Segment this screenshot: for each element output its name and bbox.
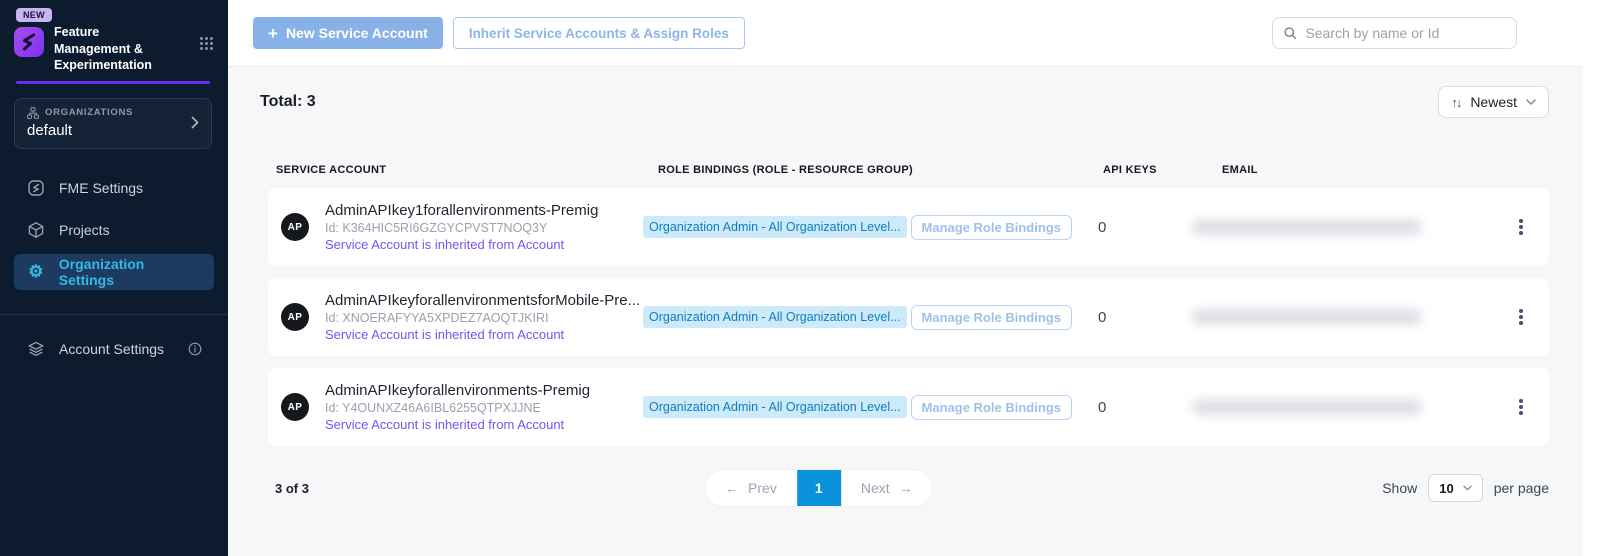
- pagination: ← Prev 1 Next →: [705, 470, 933, 506]
- service-account-list: SERVICE ACCOUNT ROLE BINDINGS (ROLE - RE…: [268, 164, 1549, 506]
- search-input[interactable]: [1305, 25, 1506, 41]
- api-keys-count: 0: [1098, 309, 1190, 326]
- api-keys-count: 0: [1098, 399, 1190, 416]
- sort-label: Newest: [1470, 94, 1517, 110]
- show-label: Show: [1382, 480, 1417, 496]
- inherited-note: Service Account is inherited from Accoun…: [325, 417, 590, 432]
- next-page-button[interactable]: Next →: [841, 470, 933, 506]
- gear-icon: ⚙: [26, 263, 46, 280]
- service-account-id: Id: K364HIC5RI6GZGYCPVST7NOQ3Y: [325, 221, 598, 235]
- chevron-down-icon: [1463, 485, 1472, 491]
- new-badge: NEW: [16, 8, 52, 22]
- search-icon: [1283, 25, 1297, 41]
- service-account-id: Id: Y4OUNXZ46A6IBL6255QTPXJJNE: [325, 401, 590, 415]
- email-redacted: [1192, 219, 1422, 235]
- table-row: AP AdminAPIkey1forallenvironments-Premig…: [268, 188, 1549, 266]
- email-redacted: [1192, 309, 1422, 325]
- manage-role-bindings-button[interactable]: Manage Role Bindings: [911, 215, 1072, 240]
- organizations-label: ORGANIZATIONS: [45, 107, 133, 118]
- page-size-value: 10: [1439, 481, 1453, 496]
- current-page-button[interactable]: 1: [797, 470, 841, 506]
- info-icon[interactable]: [188, 342, 202, 356]
- service-account-name: AdminAPIkeyforallenvironments-Premig: [325, 382, 590, 399]
- inherit-service-accounts-button[interactable]: Inherit Service Accounts & Assign Roles: [453, 17, 745, 49]
- app-title: Feature Management & Experimentation: [54, 24, 174, 74]
- total-count: Total: 3: [260, 93, 316, 111]
- search-box: [1272, 17, 1517, 49]
- sidebar-item-label: Organization Settings: [59, 256, 202, 288]
- arrow-right-icon: →: [899, 480, 913, 496]
- sidebar-item-fme-settings[interactable]: FME Settings: [14, 170, 214, 206]
- sidebar-item-projects[interactable]: Projects: [14, 212, 214, 248]
- main-panel: + New Service Account Inherit Service Ac…: [228, 0, 1583, 556]
- organization-name: default: [27, 122, 191, 139]
- manage-role-bindings-button[interactable]: Manage Role Bindings: [911, 395, 1072, 420]
- per-page-label: per page: [1494, 480, 1549, 496]
- sidebar-header: NEW Feature Management & Experimentation: [0, 0, 228, 74]
- organizations-icon: [27, 107, 39, 119]
- new-service-account-button[interactable]: + New Service Account: [253, 17, 443, 49]
- avatar: AP: [281, 393, 309, 421]
- toolbar: + New Service Account Inherit Service Ac…: [228, 0, 1583, 67]
- avatar: AP: [281, 303, 309, 331]
- sidebar: NEW Feature Management & Experimentation: [0, 0, 228, 556]
- list-footer: 3 of 3 ← Prev 1 Next → Show: [268, 470, 1549, 506]
- column-header-email: EMAIL: [1190, 164, 1509, 176]
- row-menu-kebab-icon[interactable]: [1509, 305, 1533, 329]
- new-service-account-label: New Service Account: [286, 25, 428, 41]
- content-area: Total: 3 ↑↓ Newest SERVICE ACCOUNT ROLE …: [228, 67, 1583, 556]
- organization-selector[interactable]: ORGANIZATIONS default: [14, 98, 212, 149]
- right-gutter: [1583, 0, 1600, 556]
- sidebar-divider: [0, 314, 228, 315]
- app-switcher-icon[interactable]: [199, 36, 214, 51]
- service-account-id: Id: XNOERAFYYA5XPDEZ7AOQTJKIRI: [325, 311, 640, 325]
- column-header-role-bindings: ROLE BINDINGS (ROLE - RESOURCE GROUP): [643, 164, 1098, 176]
- arrow-left-icon: ←: [725, 480, 739, 496]
- avatar: AP: [281, 213, 309, 241]
- sidebar-item-label: FME Settings: [59, 180, 143, 196]
- projects-cube-icon: [26, 221, 46, 239]
- inherited-note: Service Account is inherited from Accoun…: [325, 237, 598, 252]
- sidebar-item-label: Account Settings: [59, 341, 164, 357]
- sidebar-item-organization-settings[interactable]: ⚙ Organization Settings: [14, 254, 214, 290]
- page-size-select[interactable]: 10: [1428, 474, 1482, 502]
- chevron-down-icon: [1526, 99, 1536, 105]
- role-binding-badge: Organization Admin - All Organization Le…: [643, 396, 907, 418]
- service-account-name: AdminAPIkey1forallenvironments-Premig: [325, 202, 598, 219]
- page-size-control: Show 10 per page: [1382, 474, 1549, 502]
- layers-icon: [26, 340, 46, 358]
- sidebar-item-account-settings[interactable]: Account Settings: [14, 331, 214, 367]
- table-row: AP AdminAPIkeyforallenvironmentsforMobil…: [268, 278, 1549, 356]
- app-root: NEW Feature Management & Experimentation: [0, 0, 1600, 556]
- chevron-right-icon: [191, 116, 199, 129]
- prev-label: Prev: [748, 480, 777, 496]
- manage-role-bindings-button[interactable]: Manage Role Bindings: [911, 305, 1072, 330]
- sidebar-nav: FME Settings Projects ⚙ Organization Set…: [0, 170, 228, 367]
- row-menu-kebab-icon[interactable]: [1509, 395, 1533, 419]
- prev-page-button[interactable]: ← Prev: [705, 470, 797, 506]
- sort-icon: ↑↓: [1451, 95, 1460, 110]
- row-menu-kebab-icon[interactable]: [1509, 215, 1533, 239]
- service-account-name: AdminAPIkeyforallenvironmentsforMobile-P…: [325, 292, 640, 309]
- inherited-note: Service Account is inherited from Accoun…: [325, 327, 640, 342]
- next-label: Next: [861, 480, 890, 496]
- sort-dropdown[interactable]: ↑↓ Newest: [1438, 86, 1549, 118]
- role-binding-badge: Organization Admin - All Organization Le…: [643, 306, 907, 328]
- column-header-service-account: SERVICE ACCOUNT: [268, 164, 643, 176]
- plus-icon: +: [268, 25, 278, 42]
- table-header-row: SERVICE ACCOUNT ROLE BINDINGS (ROLE - RE…: [268, 164, 1549, 176]
- role-binding-badge: Organization Admin - All Organization Le…: [643, 216, 907, 238]
- brand-underline: [16, 81, 210, 84]
- column-header-api-keys: API KEYS: [1098, 164, 1190, 176]
- api-keys-count: 0: [1098, 219, 1190, 236]
- row-count: 3 of 3: [268, 481, 309, 496]
- sidebar-item-label: Projects: [59, 222, 110, 238]
- fme-settings-icon: [26, 179, 46, 197]
- app-logo-icon: [14, 27, 44, 57]
- table-row: AP AdminAPIkeyforallenvironments-Premig …: [268, 368, 1549, 446]
- email-redacted: [1192, 399, 1422, 415]
